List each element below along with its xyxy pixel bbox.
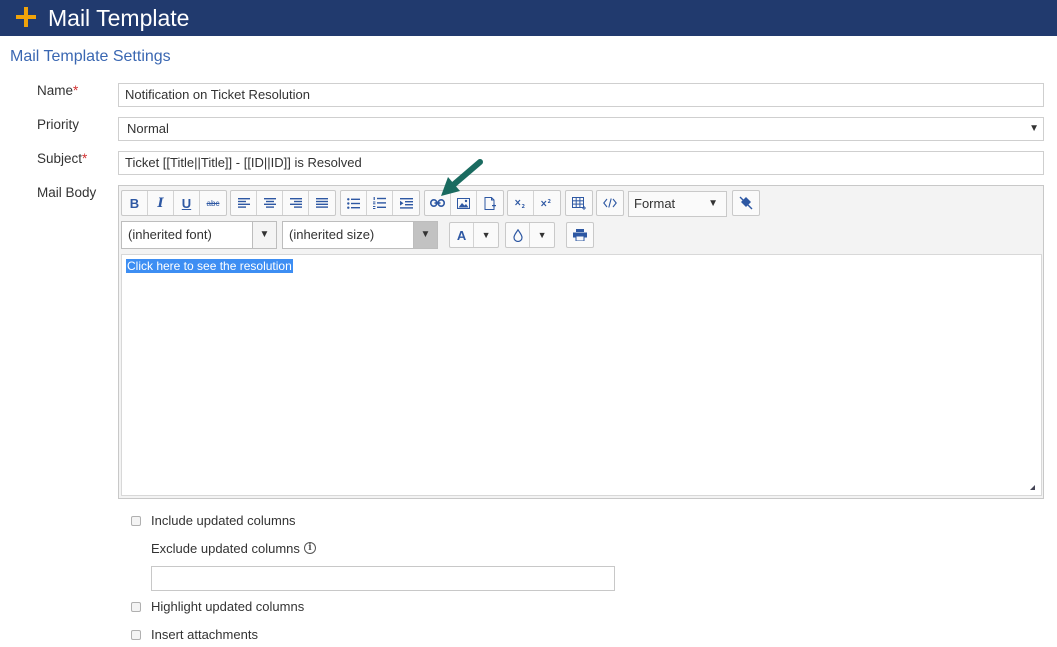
exclude-updated-input[interactable]: [151, 566, 615, 591]
indent-icon: [399, 197, 413, 209]
editor-content-area[interactable]: Click here to see the resolution: [121, 254, 1042, 496]
bold-button[interactable]: B: [122, 191, 148, 215]
align-justify-icon: [316, 198, 328, 208]
indent-button[interactable]: [393, 191, 419, 215]
font-color-picker: A ▼: [449, 222, 499, 248]
background-color-button[interactable]: [506, 223, 531, 247]
align-right-icon: [289, 198, 302, 208]
resize-grip-icon[interactable]: [1030, 485, 1035, 490]
print-button[interactable]: [567, 223, 593, 247]
align-left-button[interactable]: [231, 191, 257, 215]
justify-button[interactable]: [309, 191, 335, 215]
chevron-down-icon: ▼: [708, 198, 718, 209]
subject-label: Subject*: [37, 151, 88, 166]
mail-body-label: Mail Body: [37, 185, 97, 200]
svg-text:2: 2: [521, 204, 525, 208]
align-center-button[interactable]: [257, 191, 283, 215]
priority-value: Normal: [127, 121, 169, 136]
link-icon: [430, 199, 445, 207]
name-label: Name*: [37, 83, 79, 98]
svg-text:2: 2: [548, 199, 552, 205]
format-dropdown[interactable]: Format ▼: [628, 191, 727, 217]
page-title: Mail Template: [48, 5, 190, 31]
insert-attachments-label: Insert attachments: [151, 627, 258, 642]
background-color-picker: ▼: [505, 222, 555, 248]
font-size-value: (inherited size): [289, 227, 375, 242]
font-family-dropdown[interactable]: (inherited font) ▼: [121, 221, 277, 249]
align-right-button[interactable]: [283, 191, 309, 215]
chevron-down-icon: ▼: [1029, 123, 1039, 134]
bullet-list-icon: [347, 197, 360, 209]
title-bar: Mail Template: [0, 0, 1057, 36]
exclude-updated-label: Exclude updated columns: [151, 541, 300, 556]
include-updated-label: Include updated columns: [151, 513, 296, 528]
html-source-button[interactable]: [597, 191, 623, 215]
required-mark: *: [73, 83, 79, 98]
code-icon: [603, 198, 617, 208]
font-size-dropdown[interactable]: (inherited size) ▼: [282, 221, 438, 249]
toolbar-group-clear: [732, 190, 760, 216]
font-family-value: (inherited font): [128, 227, 212, 242]
format-dropdown-label: Format: [634, 196, 676, 211]
subscript-icon: 2: [514, 199, 525, 208]
name-input[interactable]: Notification on Ticket Resolution: [118, 83, 1044, 107]
paint-drop-icon: [512, 228, 523, 242]
background-color-dropdown-arrow[interactable]: ▼: [530, 223, 554, 247]
subject-input[interactable]: Ticket [[Title||Title]] - [[ID||ID]] is …: [118, 151, 1044, 175]
eraser-icon: [739, 196, 753, 210]
clear-formatting-button[interactable]: [733, 191, 759, 215]
plus-icon: [16, 7, 36, 27]
insert-table-button[interactable]: [566, 191, 592, 215]
font-color-button[interactable]: A: [450, 223, 475, 247]
align-left-icon: [237, 198, 250, 208]
bullet-list-button[interactable]: [341, 191, 367, 215]
toolbar-group-print: [566, 222, 594, 248]
include-updated-checkbox[interactable]: [131, 516, 141, 526]
italic-button[interactable]: I: [148, 191, 174, 215]
required-mark: *: [82, 151, 88, 166]
superscript-icon: 2: [541, 199, 552, 207]
align-center-icon: [263, 198, 276, 208]
subscript-button[interactable]: 2: [508, 191, 534, 215]
insert-attachments-checkbox[interactable]: [131, 630, 141, 640]
strikethrough-button[interactable]: abc: [200, 191, 226, 215]
toolbar-group-source: [596, 190, 624, 216]
underline-button[interactable]: U: [174, 191, 200, 215]
priority-select[interactable]: Normal ▼: [118, 117, 1044, 141]
toolbar-group-table: [565, 190, 593, 216]
numbered-list-button[interactable]: [367, 191, 393, 215]
chevron-down-icon: ▼: [413, 222, 437, 248]
numbered-list-icon: [373, 197, 386, 209]
toolbar-group-text-style: B I U abc: [121, 190, 227, 216]
content-link-text[interactable]: Click here to see the resolution: [126, 259, 293, 273]
toolbar-group-lists: [340, 190, 420, 216]
chevron-down-icon: ▼: [252, 222, 276, 248]
highlight-updated-checkbox[interactable]: [131, 602, 141, 612]
font-color-dropdown-arrow[interactable]: ▼: [474, 223, 498, 247]
superscript-button[interactable]: 2: [534, 191, 560, 215]
toolbar-group-script: 2 2: [507, 190, 561, 216]
priority-label: Priority: [37, 117, 80, 132]
info-icon[interactable]: i: [304, 542, 316, 554]
annotation-arrow-icon: [441, 159, 483, 196]
toolbar-group-align: [230, 190, 336, 216]
print-icon: [573, 229, 587, 241]
section-title: Mail Template Settings: [10, 48, 171, 65]
highlight-updated-label: Highlight updated columns: [151, 599, 305, 614]
table-icon: [572, 196, 586, 210]
